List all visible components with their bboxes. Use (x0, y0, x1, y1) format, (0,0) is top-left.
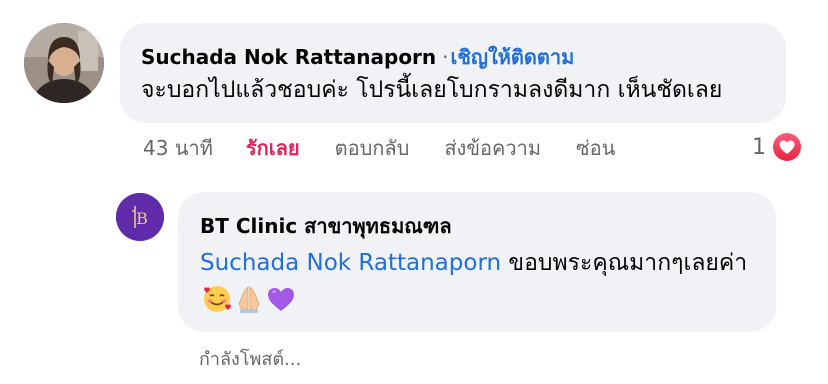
folded-hands-icon (234, 284, 264, 326)
follow-link[interactable]: เชิญให้ติดตาม (451, 45, 575, 69)
reply-text: Suchada Nok Rattanaporn ขอบพระคุณมากๆเลย… (200, 244, 754, 326)
love-button[interactable]: รักเลย (246, 132, 300, 164)
reaction-count: 1 (752, 134, 766, 160)
comment-actions: 43 นาที รักเลย ตอบกลับ ส่งข้อความ ซ่อน (143, 132, 615, 164)
avatar[interactable] (24, 23, 104, 103)
comment-author[interactable]: Suchada Nok Rattanaporn (141, 45, 436, 69)
reply-bubble: BT Clinic สาขาพุทธมณฑล Suchada Nok Ratta… (178, 192, 776, 332)
smiling-face-with-hearts-icon (202, 284, 232, 326)
reaction-summary[interactable]: 1 (752, 130, 804, 164)
purple-heart-icon (266, 284, 296, 326)
reply-button[interactable]: ตอบกลับ (335, 132, 410, 164)
bt-logo-icon: B (116, 193, 164, 241)
heart-icon (770, 130, 804, 164)
send-message-button[interactable]: ส่งข้อความ (444, 132, 541, 164)
bt-logo-letter: B (136, 209, 148, 228)
comment-text: จะบอกไปแล้วชอบค่ะ โปรนี้เลยโบกรามลงดีมาก… (141, 77, 723, 103)
page-avatar[interactable]: B (116, 193, 164, 241)
profile-photo (24, 23, 104, 103)
hide-button[interactable]: ซ่อน (576, 132, 615, 164)
comment-header: Suchada Nok Rattanaporn · เชิญให้ติดตาม (141, 43, 764, 71)
reply-message: ขอบพระคุณมากๆเลยค่า (501, 250, 748, 276)
separator: · (442, 45, 449, 69)
comment-bubble: Suchada Nok Rattanaporn · เชิญให้ติดตาม จะ… (120, 23, 786, 123)
comment-timestamp[interactable]: 43 นาที (143, 132, 213, 164)
mention-link[interactable]: Suchada Nok Rattanaporn (200, 250, 501, 276)
reply-author[interactable]: BT Clinic สาขาพุทธมณฑล (200, 212, 754, 240)
posting-status: กำลังโพสต์... (199, 349, 302, 370)
